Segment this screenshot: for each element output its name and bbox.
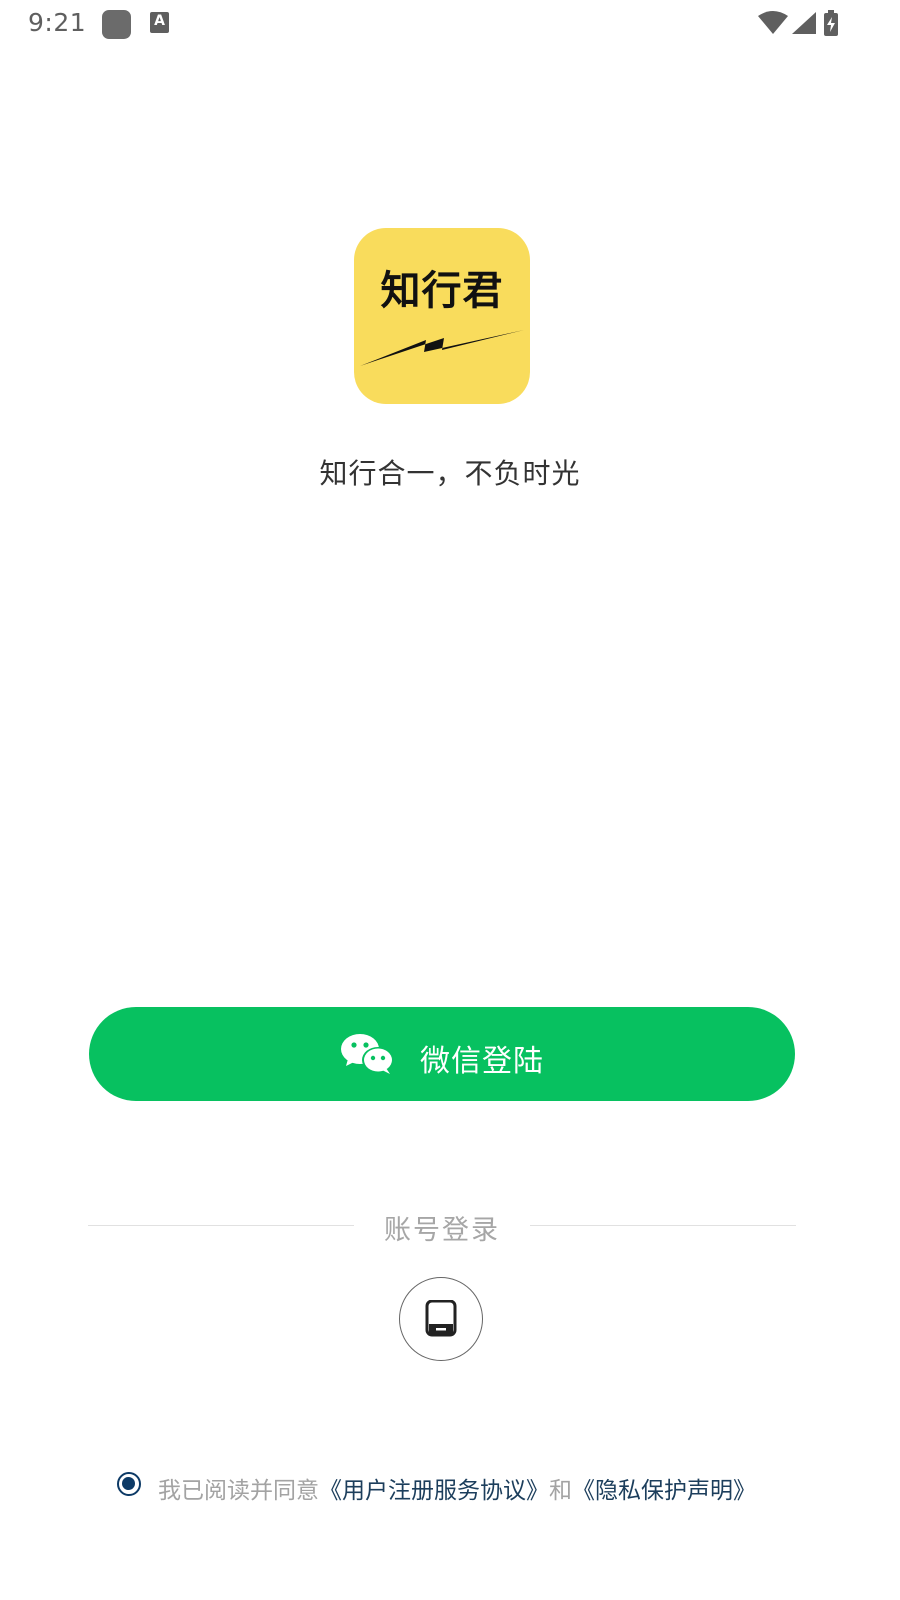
app-icon xyxy=(102,10,131,39)
lightning-stroke-icon xyxy=(360,330,524,366)
user-agreement-link[interactable]: 《用户注册服务协议》 xyxy=(319,1478,549,1504)
privacy-policy-link[interactable]: 《隐私保护声明》 xyxy=(572,1478,756,1504)
a-icon: A xyxy=(150,12,169,33)
agreement-prefix: 我已阅读并同意 xyxy=(158,1478,319,1504)
login-screen: 9:21 A 知行君 知行合一，不负时光 微信登陆 账号登录 我已阅读并同意《用… xyxy=(0,0,900,1600)
phone-icon xyxy=(425,1300,457,1337)
status-icons-svg xyxy=(758,10,838,36)
wifi-icon xyxy=(758,11,788,34)
logo-text: 知行君 xyxy=(381,268,504,314)
logo-svg: 知行君 xyxy=(360,268,524,366)
status-bar: 9:21 A xyxy=(0,0,900,50)
divider-right xyxy=(530,1225,796,1226)
app-logo: 知行君 xyxy=(354,228,530,404)
wechat-icon xyxy=(341,1034,394,1074)
agreement-radio[interactable] xyxy=(117,1472,141,1496)
signal-icon xyxy=(792,12,816,34)
battery-charging-icon xyxy=(824,10,838,36)
divider-left xyxy=(88,1225,354,1226)
slogan: 知行合一，不负时光 xyxy=(319,457,581,490)
account-login-title: 账号登录 xyxy=(384,1215,500,1246)
agreement-text: 我已阅读并同意《用户注册服务协议》和《隐私保护声明》 xyxy=(158,1471,756,1505)
wechat-login-label: 微信登陆 xyxy=(420,1044,544,1079)
status-icons xyxy=(756,10,856,40)
status-time: 9:21 xyxy=(28,8,87,37)
agreement-conjunction: 和 xyxy=(549,1478,572,1504)
phone-login-button[interactable] xyxy=(399,1277,483,1361)
